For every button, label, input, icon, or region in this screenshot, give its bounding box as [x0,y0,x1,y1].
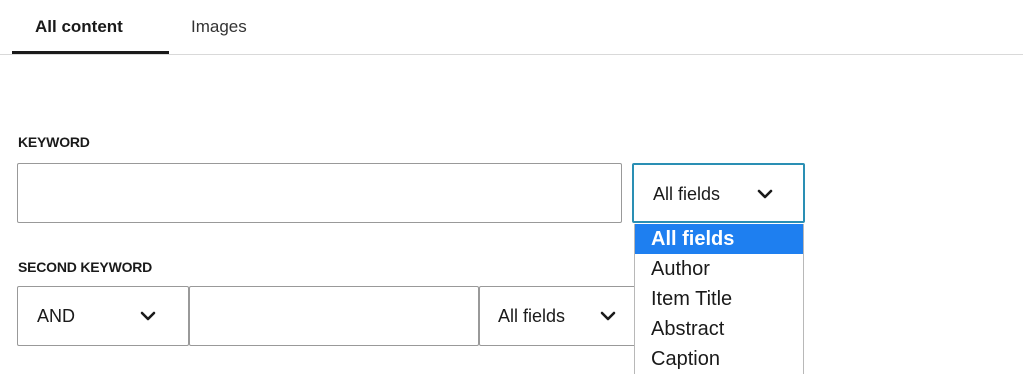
keyword-field-select[interactable]: All fields [632,163,805,223]
dropdown-option-item-title[interactable]: Item Title [635,284,803,314]
tab-images[interactable]: Images [191,14,247,40]
second-keyword-field-wrapper [189,286,479,346]
dropdown-option-author[interactable]: Author [635,254,803,284]
second-keyword-label: SECOND KEYWORD [18,259,153,275]
keyword-input[interactable] [18,164,621,222]
operator-select[interactable]: AND [17,286,189,346]
field-dropdown-list: All fields Author Item Title Abstract Ca… [634,224,804,374]
keyword-label: KEYWORD [18,134,90,150]
active-tab-indicator [12,51,169,54]
dropdown-option-abstract[interactable]: Abstract [635,314,803,344]
second-keyword-field-select-value: All fields [498,306,566,326]
keyword-field-select-value: All fields [653,184,721,204]
chevron-down-icon [140,311,156,321]
dropdown-option-caption[interactable]: Caption [635,344,803,374]
search-tabs: All content Images [0,0,1023,55]
operator-select-value: AND [37,306,76,326]
chevron-down-icon [757,189,773,199]
chevron-down-icon [600,311,616,321]
second-keyword-field-select[interactable]: All fields [479,286,639,346]
tab-all-content[interactable]: All content [35,14,123,40]
keyword-field-wrapper [17,163,622,223]
second-keyword-input[interactable] [190,287,478,345]
dropdown-option-all-fields[interactable]: All fields [635,224,803,254]
